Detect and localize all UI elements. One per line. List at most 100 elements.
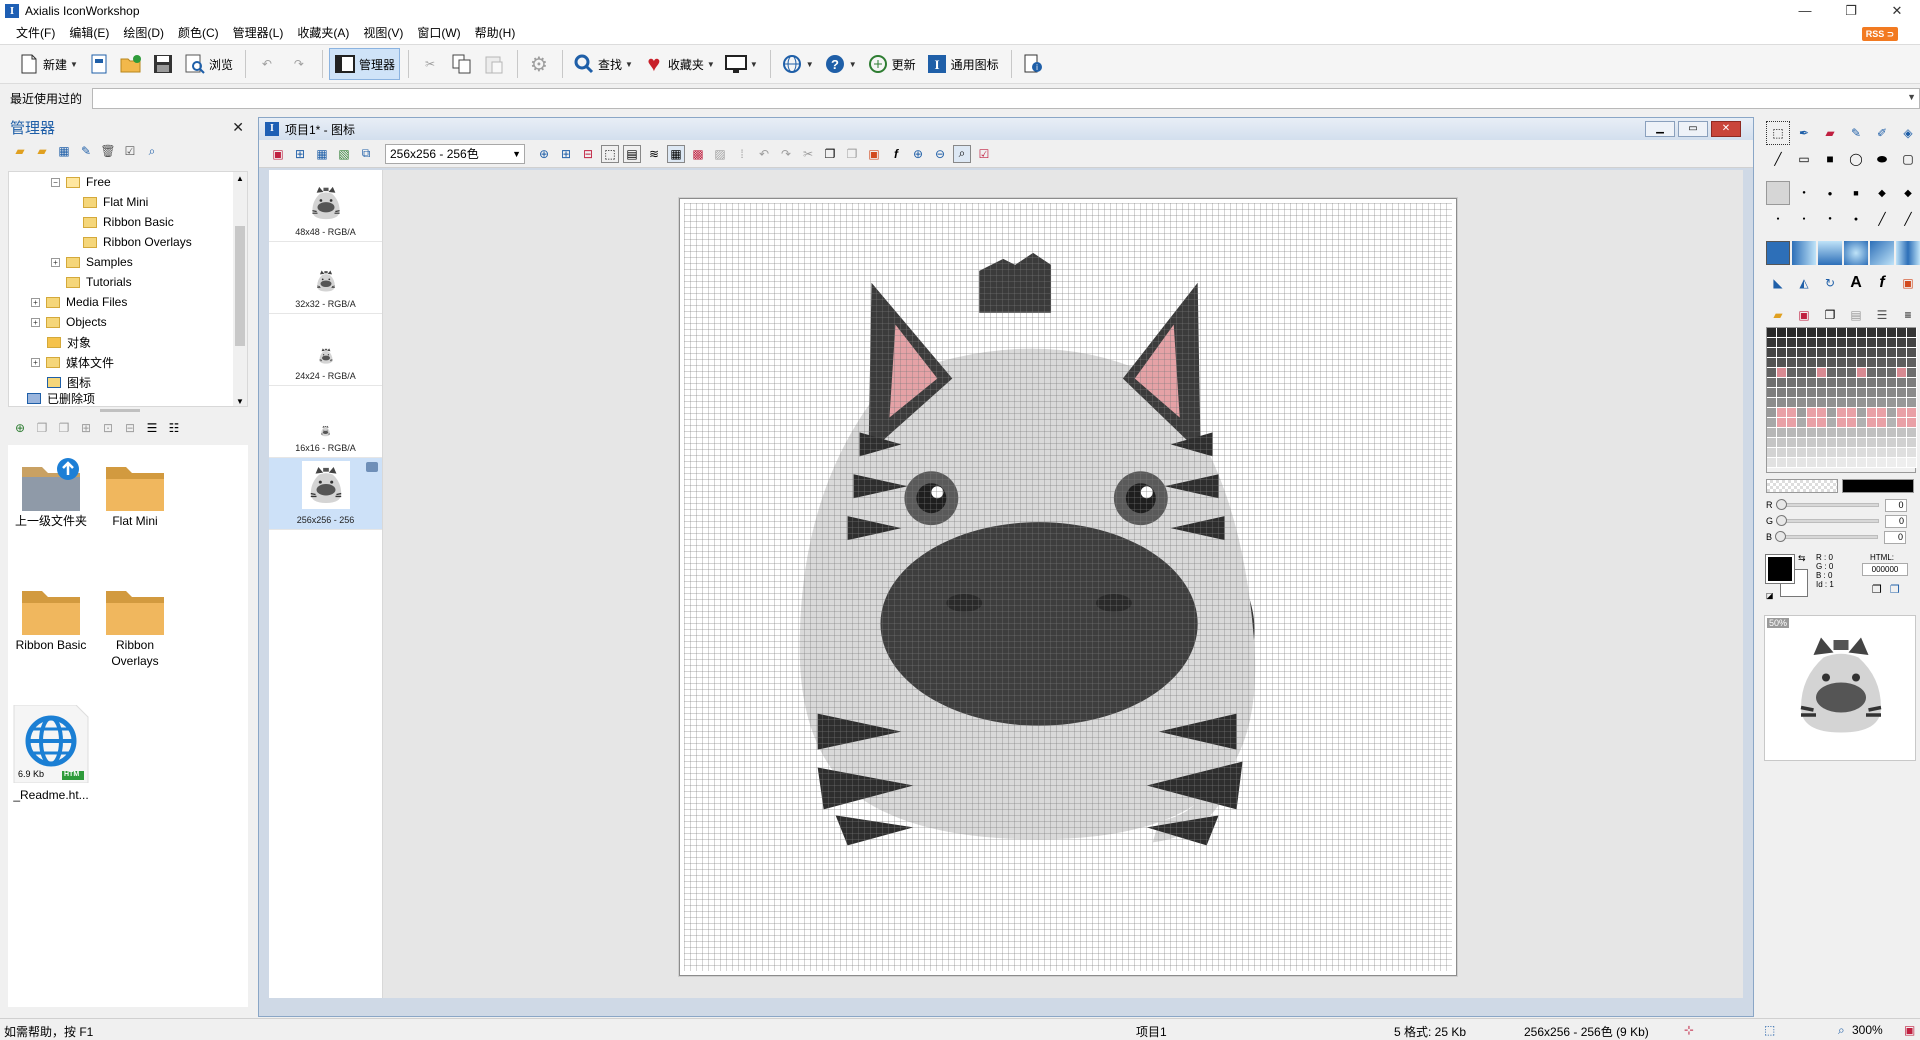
palette-swatch[interactable] xyxy=(1847,388,1857,398)
palette-swatch[interactable] xyxy=(1867,398,1877,408)
palette-swatch[interactable] xyxy=(1807,328,1817,338)
gradient-radial-icon[interactable] xyxy=(1844,241,1868,265)
palette-swatch[interactable] xyxy=(1837,348,1847,358)
palette-swatch[interactable] xyxy=(1777,428,1787,438)
palette-swatch[interactable] xyxy=(1847,328,1857,338)
palette-swatch[interactable] xyxy=(1897,348,1907,358)
palette-swatch[interactable] xyxy=(1847,338,1857,348)
scissors-icon[interactable]: ✂ xyxy=(799,145,817,163)
palette-swatch[interactable] xyxy=(1807,398,1817,408)
palette-swatch[interactable] xyxy=(1777,358,1787,368)
palette-swatch[interactable] xyxy=(1797,378,1807,388)
format-item-256[interactable]: 256x256 - 256 xyxy=(269,458,382,530)
palette-swatch[interactable] xyxy=(1797,438,1807,448)
palette-swatch[interactable] xyxy=(1887,398,1897,408)
palette-swatch[interactable] xyxy=(1847,398,1857,408)
info-button[interactable]: i xyxy=(1018,48,1048,80)
palette-swatch[interactable] xyxy=(1837,338,1847,348)
palette-swatch[interactable] xyxy=(1887,448,1897,458)
palette-swatch[interactable] xyxy=(1877,448,1887,458)
palette-swatch[interactable] xyxy=(1837,388,1847,398)
palette-swatch[interactable] xyxy=(1887,378,1897,388)
tree-item-ribbon-overlays[interactable]: Ribbon Overlays xyxy=(9,232,247,252)
palette-swatch[interactable] xyxy=(1827,338,1837,348)
palette-swatch[interactable] xyxy=(1827,358,1837,368)
extract-icon[interactable]: ⊡ xyxy=(100,420,116,436)
transparency-icon[interactable]: ▩ xyxy=(689,145,707,163)
brush-size-large-icon[interactable] xyxy=(1766,181,1790,205)
palette-swatch[interactable] xyxy=(1847,418,1857,428)
palette-swatch[interactable] xyxy=(1847,378,1857,388)
menu-manager[interactable]: 管理器(L) xyxy=(227,22,292,44)
collapse-icon[interactable]: − xyxy=(51,177,60,187)
palette-swatch[interactable] xyxy=(1827,378,1837,388)
palette-swatch[interactable] xyxy=(1887,338,1897,348)
brush-dot-1-icon[interactable]: ● xyxy=(1766,207,1790,231)
expand-icon[interactable]: + xyxy=(31,357,40,367)
palette-swatch[interactable] xyxy=(1817,328,1827,338)
palette-swatch[interactable] xyxy=(1807,348,1817,358)
palette-swatch[interactable] xyxy=(1857,398,1867,408)
palette-swatch[interactable] xyxy=(1847,458,1857,468)
chevron-down-icon[interactable]: ▼ xyxy=(806,60,814,69)
add-format-icon[interactable]: ⊞ xyxy=(291,145,309,163)
palette-swatch[interactable] xyxy=(1867,388,1877,398)
palette-swatch[interactable] xyxy=(1827,458,1837,468)
palette-swatch[interactable] xyxy=(1847,428,1857,438)
palette-swatch[interactable] xyxy=(1867,438,1877,448)
paste-button[interactable] xyxy=(479,48,509,80)
palette-swatch[interactable] xyxy=(1857,388,1867,398)
palette-swatch[interactable] xyxy=(1907,418,1917,428)
layers-icon[interactable]: ≋ xyxy=(645,145,663,163)
palette-swatch[interactable] xyxy=(1817,428,1827,438)
flip-icon[interactable]: ◣ xyxy=(1766,271,1790,295)
palette-swatch[interactable] xyxy=(1817,408,1827,418)
palette-swatch[interactable] xyxy=(1777,348,1787,358)
palette-swatch[interactable] xyxy=(1887,428,1897,438)
copy-icon[interactable]: ❐ xyxy=(34,420,50,436)
palette-swatch[interactable] xyxy=(1787,328,1797,338)
palette-swatch[interactable] xyxy=(1797,418,1807,428)
palette-swatch[interactable] xyxy=(1877,438,1887,448)
brush-slash-icon[interactable]: ╱ xyxy=(1870,207,1894,231)
recent-dropdown[interactable]: ▼ xyxy=(92,87,1920,109)
palette-swatch[interactable] xyxy=(1867,408,1877,418)
palette-swatch[interactable] xyxy=(1847,368,1857,378)
test-icon[interactable]: ⬚ xyxy=(601,144,619,163)
chevron-down-icon[interactable]: ▼ xyxy=(625,60,633,69)
palette-swatch[interactable] xyxy=(1807,408,1817,418)
palette-swatch[interactable] xyxy=(1777,378,1787,388)
palette-swatch[interactable] xyxy=(1857,438,1867,448)
tree-item-free[interactable]: − Free xyxy=(9,172,247,192)
palette-swatch[interactable] xyxy=(1797,448,1807,458)
palette-swatch[interactable] xyxy=(1907,458,1917,468)
palette-swatch[interactable] xyxy=(1777,388,1787,398)
palette-swatch[interactable] xyxy=(1907,428,1917,438)
scrollbar-thumb[interactable] xyxy=(235,226,245,346)
g-slider-knob[interactable] xyxy=(1776,515,1788,526)
palette-swatch[interactable] xyxy=(1807,438,1817,448)
find-button[interactable]: 查找 ▼ xyxy=(569,48,637,80)
format-item-24[interactable]: 24x24 - RGB/A xyxy=(269,314,382,386)
palette-swatch[interactable] xyxy=(1907,448,1917,458)
undo-icon[interactable]: ↶ xyxy=(755,145,773,163)
palette-swatch[interactable] xyxy=(1907,398,1917,408)
palette-swatch[interactable] xyxy=(1847,438,1857,448)
file-item-ribbon-basic[interactable]: Ribbon Basic xyxy=(8,581,94,653)
g-slider[interactable] xyxy=(1776,515,1880,526)
menu-color[interactable]: 颜色(C) xyxy=(172,22,227,44)
fill-icon[interactable]: ◈ xyxy=(1896,121,1920,145)
palette-swatch[interactable] xyxy=(1817,438,1827,448)
palette-swatch[interactable] xyxy=(1797,398,1807,408)
check-icon[interactable]: ☑ xyxy=(122,143,138,159)
palette-swatch[interactable] xyxy=(1817,398,1827,408)
filled-rectangle-icon[interactable]: ■ xyxy=(1818,147,1842,171)
palette-swatch[interactable] xyxy=(1807,378,1817,388)
gradient-horizontal-icon[interactable] xyxy=(1792,241,1816,265)
check-icon[interactable]: ☑ xyxy=(975,145,993,163)
save-button[interactable] xyxy=(148,48,178,80)
tree-item-samples[interactable]: + Samples xyxy=(9,252,247,272)
palette-swatch[interactable] xyxy=(1897,388,1907,398)
palette-swatch[interactable] xyxy=(1807,358,1817,368)
brush-size-5-icon[interactable]: ◆ xyxy=(1896,181,1920,205)
